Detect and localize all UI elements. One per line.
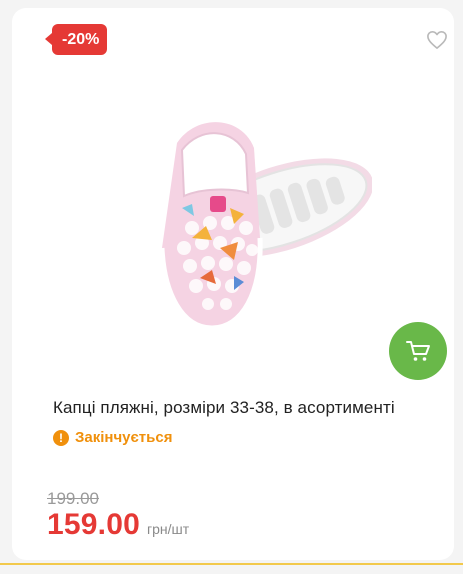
old-price: 199.00 [47, 489, 99, 508]
current-price: 159.00 [47, 508, 140, 541]
product-image[interactable] [122, 88, 374, 348]
product-title[interactable]: Капці пляжні, розміри 33-38, в асортимен… [53, 398, 453, 418]
add-to-cart-button[interactable] [389, 322, 447, 380]
warning-circle-icon: ! [53, 429, 69, 446]
product-card[interactable]: -20% Капці пляжні, розміри 33-38, в асор… [12, 8, 454, 560]
discount-badge: -20% [44, 24, 108, 55]
stock-status: ! Закінчується [53, 429, 172, 446]
price-unit: грн/шт [146, 521, 190, 537]
price-row: 159.00 грн/шт [47, 508, 189, 542]
shopping-cart-icon [406, 341, 430, 361]
stock-status-label: Закінчується [75, 429, 173, 446]
heart-outline-icon[interactable] [426, 30, 448, 50]
divider [0, 563, 463, 565]
